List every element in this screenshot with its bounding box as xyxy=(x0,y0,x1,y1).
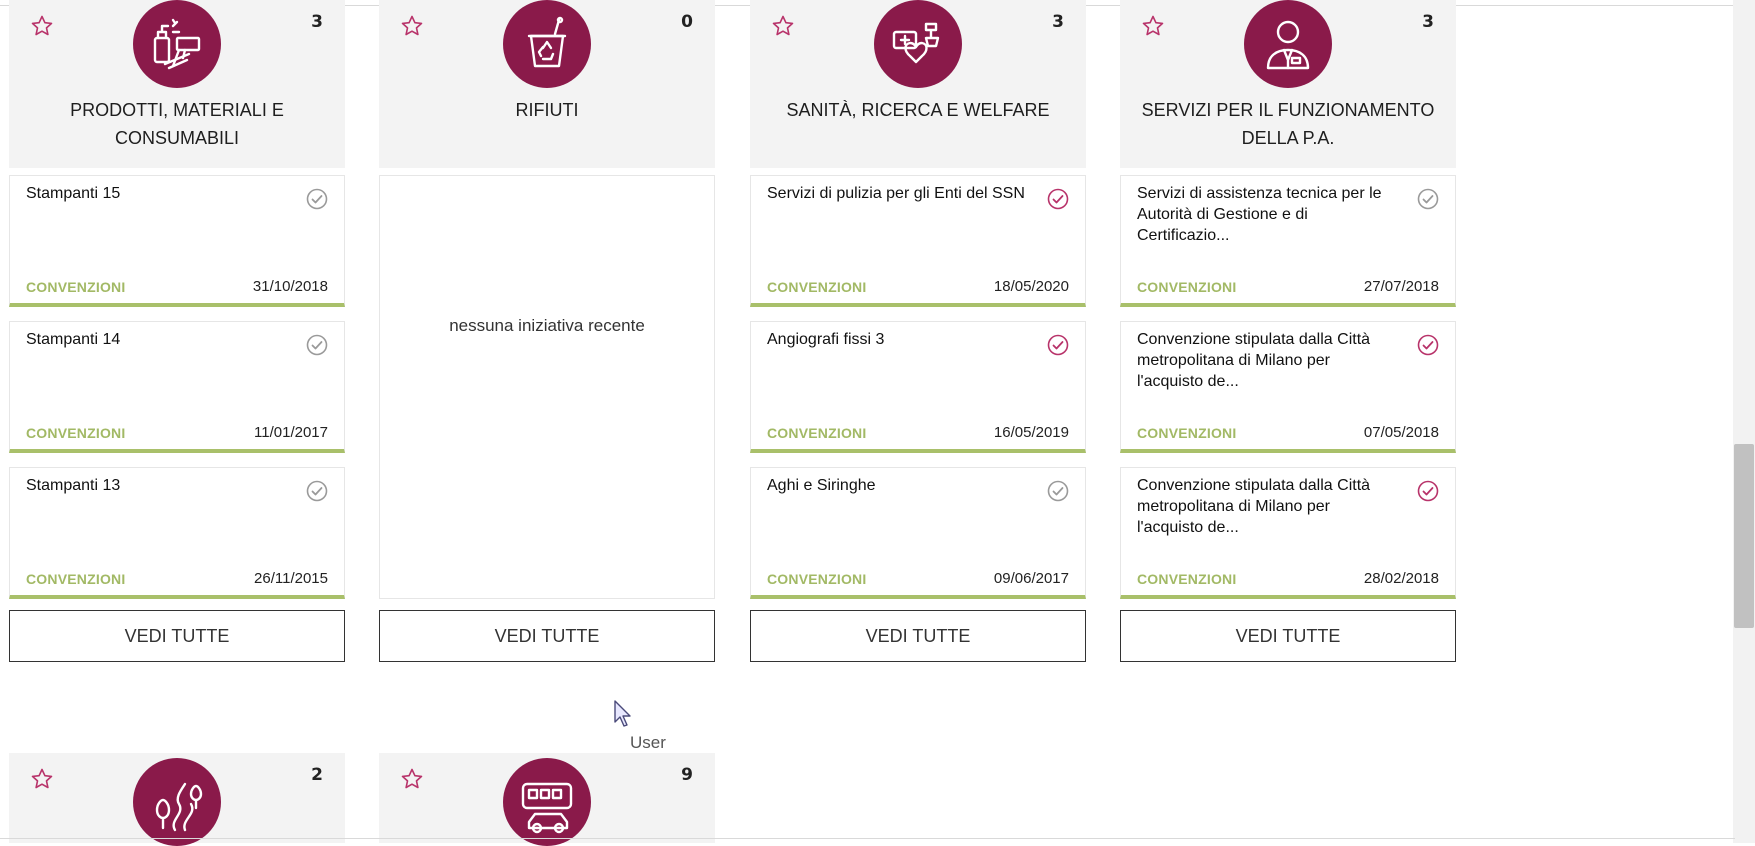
initiative-title[interactable]: Servizi di pulizia per gli Enti del SSN xyxy=(767,183,1029,204)
initiative-date: 27/07/2018 xyxy=(1363,278,1439,295)
initiative-card[interactable]: Convenzione stipulata dalla Città metrop… xyxy=(1120,321,1456,453)
initiative-date: 16/05/2019 xyxy=(993,424,1069,441)
initiative-date: 09/06/2017 xyxy=(993,570,1069,587)
favorite-star-icon[interactable] xyxy=(400,14,424,38)
vehicles-icon xyxy=(503,758,591,846)
bottom-divider xyxy=(0,838,1735,839)
page-scrollbar-track[interactable] xyxy=(1733,0,1755,843)
empty-message: nessuna iniziativa recente xyxy=(449,316,645,335)
hover-tooltip: User xyxy=(630,733,666,752)
initiative-count: 2 xyxy=(311,765,323,785)
public-official-icon xyxy=(1244,0,1332,88)
initiative-type: CONVENZIONI xyxy=(767,279,867,295)
favorite-star-icon[interactable] xyxy=(1141,14,1165,38)
initiative-type: CONVENZIONI xyxy=(26,571,126,587)
check-circle-icon xyxy=(1417,480,1439,502)
initiative-count: 0 xyxy=(681,12,693,32)
initiative-card[interactable]: Stampanti 14 CONVENZIONI 11/01/2017 xyxy=(9,321,345,453)
favorite-star-icon[interactable] xyxy=(771,14,795,38)
category-title: PRODOTTI, MATERIALI E CONSUMABILI xyxy=(70,100,284,148)
initiative-card[interactable]: Servizi di assistenza tecnica per le Aut… xyxy=(1120,175,1456,307)
initiative-card[interactable]: Stampanti 15 CONVENZIONI 31/10/2018 xyxy=(9,175,345,307)
favorite-star-icon[interactable] xyxy=(400,767,424,791)
check-circle-icon xyxy=(1047,334,1069,356)
landscape-road-icon xyxy=(133,758,221,846)
initiative-type: CONVENZIONI xyxy=(1137,279,1237,295)
office-supplies-icon xyxy=(133,0,221,88)
initiative-type: CONVENZIONI xyxy=(26,425,126,441)
initiative-type: CONVENZIONI xyxy=(767,425,867,441)
empty-initiatives-box: nessuna iniziativa recente xyxy=(379,175,715,599)
vedi-tutte-button[interactable]: VEDI TUTTE xyxy=(9,610,345,662)
category-title: SERVIZI PER IL FUNZIONAMENTO DELLA P.A. xyxy=(1141,100,1435,148)
initiative-date: 07/05/2018 xyxy=(1363,424,1439,441)
category-header: 3 PRODOTTI, MATERIALI E CONSUMABILI xyxy=(9,0,345,168)
initiative-count: 3 xyxy=(311,12,323,32)
initiative-count: 9 xyxy=(681,765,693,785)
initiative-date: 31/10/2018 xyxy=(252,278,328,295)
initiative-card[interactable]: Angiografi fissi 3 CONVENZIONI 16/05/201… xyxy=(750,321,1086,453)
initiative-title[interactable]: Stampanti 15 xyxy=(26,183,288,204)
initiative-title[interactable]: Convenzione stipulata dalla Città metrop… xyxy=(1137,475,1399,538)
initiative-title[interactable]: Convenzione stipulata dalla Città metrop… xyxy=(1137,329,1399,392)
initiative-date: 26/11/2015 xyxy=(254,570,328,587)
vedi-tutte-button[interactable]: VEDI TUTTE xyxy=(379,610,715,662)
healthcare-icon xyxy=(874,0,962,88)
vedi-tutte-button[interactable]: VEDI TUTTE xyxy=(1120,610,1456,662)
category-header: 3 SANITÀ, RICERCA E WELFARE xyxy=(750,0,1086,168)
initiative-date: 28/02/2018 xyxy=(1363,570,1439,587)
category-header: 3 SERVIZI PER IL FUNZIONAMENTO DELLA P.A… xyxy=(1120,0,1456,168)
category-title: RIFIUTI xyxy=(515,100,579,120)
initiative-card[interactable]: Stampanti 13 CONVENZIONI 26/11/2015 xyxy=(9,467,345,599)
initiative-title[interactable]: Angiografi fissi 3 xyxy=(767,329,1029,350)
initiative-type: CONVENZIONI xyxy=(767,571,867,587)
check-circle-icon xyxy=(1417,188,1439,210)
category-header-row2: 9 xyxy=(379,753,715,846)
page-scrollbar-thumb[interactable] xyxy=(1734,444,1754,628)
check-circle-icon xyxy=(1047,480,1069,502)
vedi-tutte-button[interactable]: VEDI TUTTE xyxy=(750,610,1086,662)
initiative-type: CONVENZIONI xyxy=(1137,571,1237,587)
check-circle-icon xyxy=(1047,188,1069,210)
initiative-title[interactable]: Stampanti 14 xyxy=(26,329,288,350)
initiative-card[interactable]: Convenzione stipulata dalla Città metrop… xyxy=(1120,467,1456,599)
initiative-type: CONVENZIONI xyxy=(26,279,126,295)
initiative-card[interactable]: Aghi e Siringhe CONVENZIONI 09/06/2017 xyxy=(750,467,1086,599)
check-circle-icon xyxy=(1417,334,1439,356)
recycle-bin-icon xyxy=(503,0,591,88)
mouse-cursor-icon xyxy=(614,700,631,727)
initiative-date: 11/01/2017 xyxy=(254,424,328,441)
favorite-star-icon[interactable] xyxy=(30,14,54,38)
check-circle-icon xyxy=(306,188,328,210)
check-circle-icon xyxy=(306,480,328,502)
category-title: SANITÀ, RICERCA E WELFARE xyxy=(786,100,1050,120)
initiative-date: 18/05/2020 xyxy=(993,278,1069,295)
initiative-type: CONVENZIONI xyxy=(1137,425,1237,441)
initiative-title[interactable]: Aghi e Siringhe xyxy=(767,475,1029,496)
initiative-count: 3 xyxy=(1052,12,1064,32)
category-header: 0 RIFIUTI xyxy=(379,0,715,168)
category-header-row2: 2 xyxy=(9,753,345,846)
initiative-count: 3 xyxy=(1422,12,1434,32)
initiative-card[interactable]: Servizi di pulizia per gli Enti del SSN … xyxy=(750,175,1086,307)
favorite-star-icon[interactable] xyxy=(30,767,54,791)
initiative-title[interactable]: Servizi di assistenza tecnica per le Aut… xyxy=(1137,183,1399,246)
check-circle-icon xyxy=(306,334,328,356)
initiative-title[interactable]: Stampanti 13 xyxy=(26,475,288,496)
